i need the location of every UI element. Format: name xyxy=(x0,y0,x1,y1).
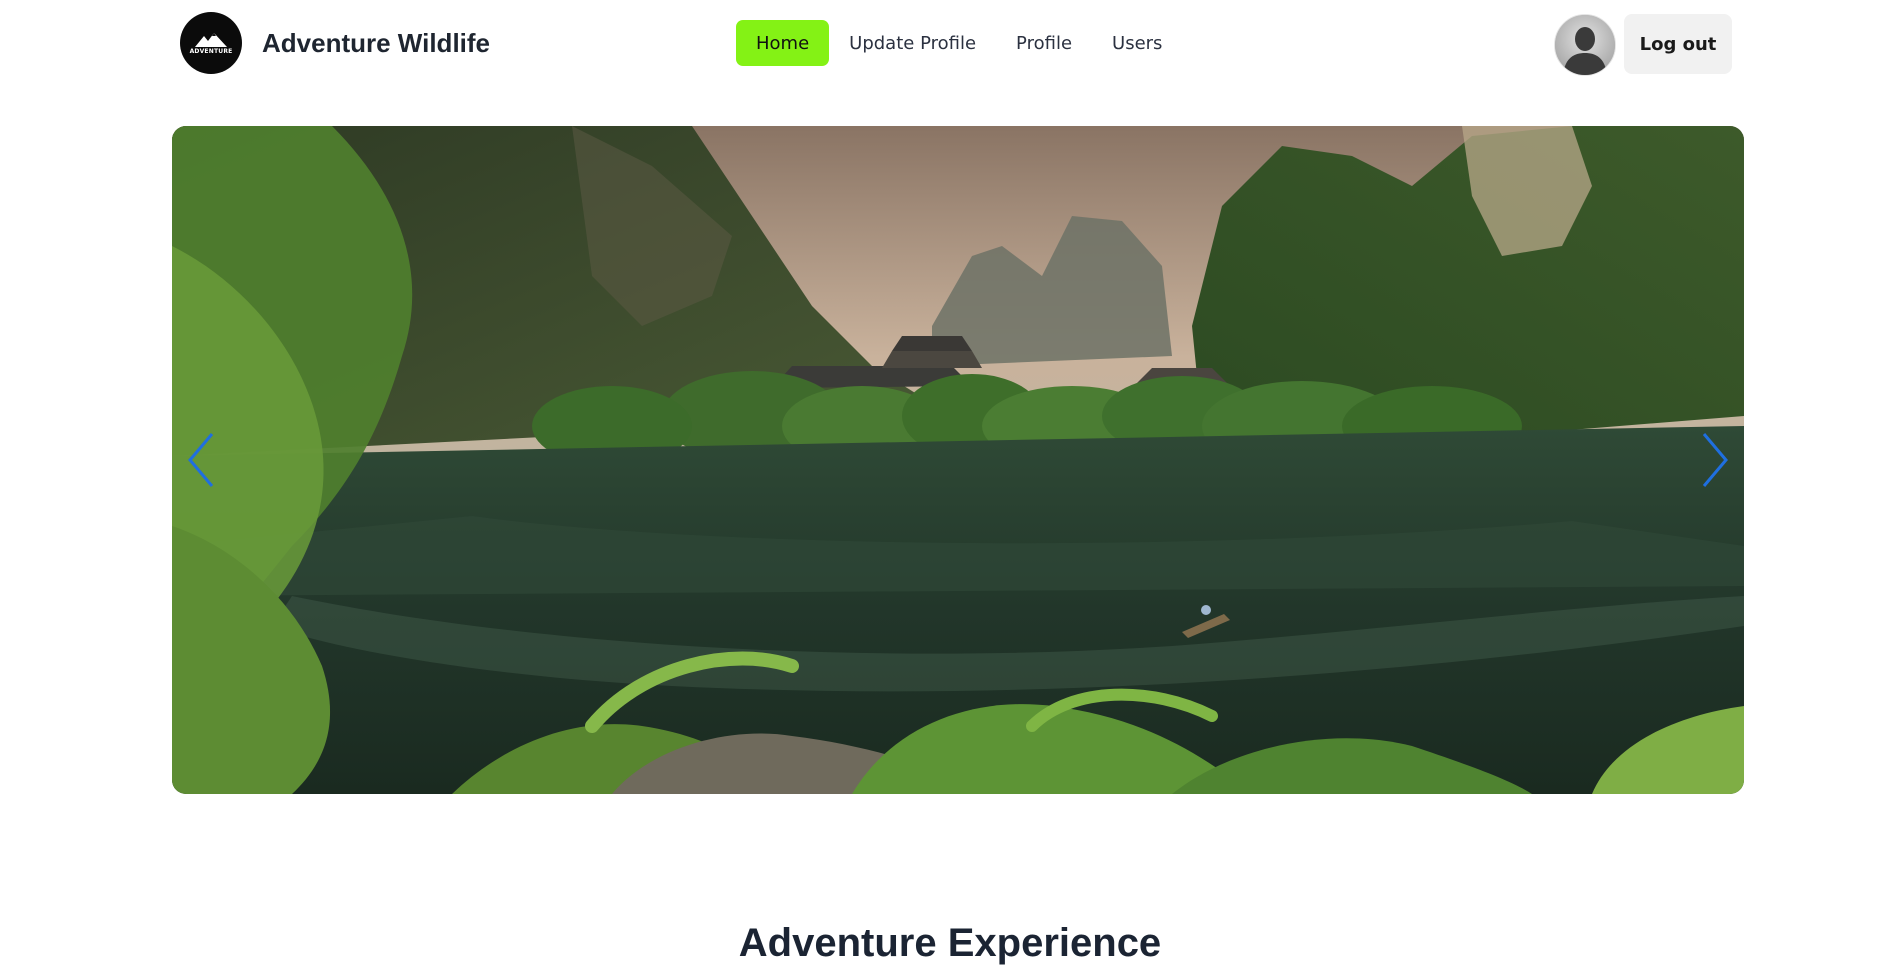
carousel-next-button[interactable] xyxy=(1690,430,1740,490)
nav-item-users[interactable]: Users xyxy=(1092,20,1182,66)
top-navbar: ADVENTURE Adventure Wildlife Home Update… xyxy=(0,0,1900,86)
avatar[interactable] xyxy=(1554,14,1616,76)
section-title: Adventure Experience xyxy=(738,921,1162,966)
carousel-image xyxy=(172,126,1744,794)
logo-wordmark: ADVENTURE xyxy=(189,47,233,55)
main-nav: Home Update Profile Profile Users xyxy=(736,20,1182,66)
user-silhouette-icon xyxy=(1555,15,1615,75)
brand[interactable]: ADVENTURE Adventure Wildlife xyxy=(180,12,490,74)
mountain-icon xyxy=(195,32,227,47)
hero-carousel[interactable] xyxy=(172,126,1744,794)
carousel-prev-button[interactable] xyxy=(176,430,226,490)
nav-item-profile[interactable]: Profile xyxy=(996,20,1092,66)
chevron-right-icon xyxy=(1702,433,1728,487)
nav-item-update-profile[interactable]: Update Profile xyxy=(829,20,996,66)
chevron-left-icon xyxy=(188,433,214,487)
logout-button[interactable]: Log out xyxy=(1624,14,1732,74)
brand-logo[interactable]: ADVENTURE xyxy=(180,12,242,74)
nav-item-home[interactable]: Home xyxy=(736,20,830,66)
brand-name[interactable]: Adventure Wildlife xyxy=(262,28,490,59)
